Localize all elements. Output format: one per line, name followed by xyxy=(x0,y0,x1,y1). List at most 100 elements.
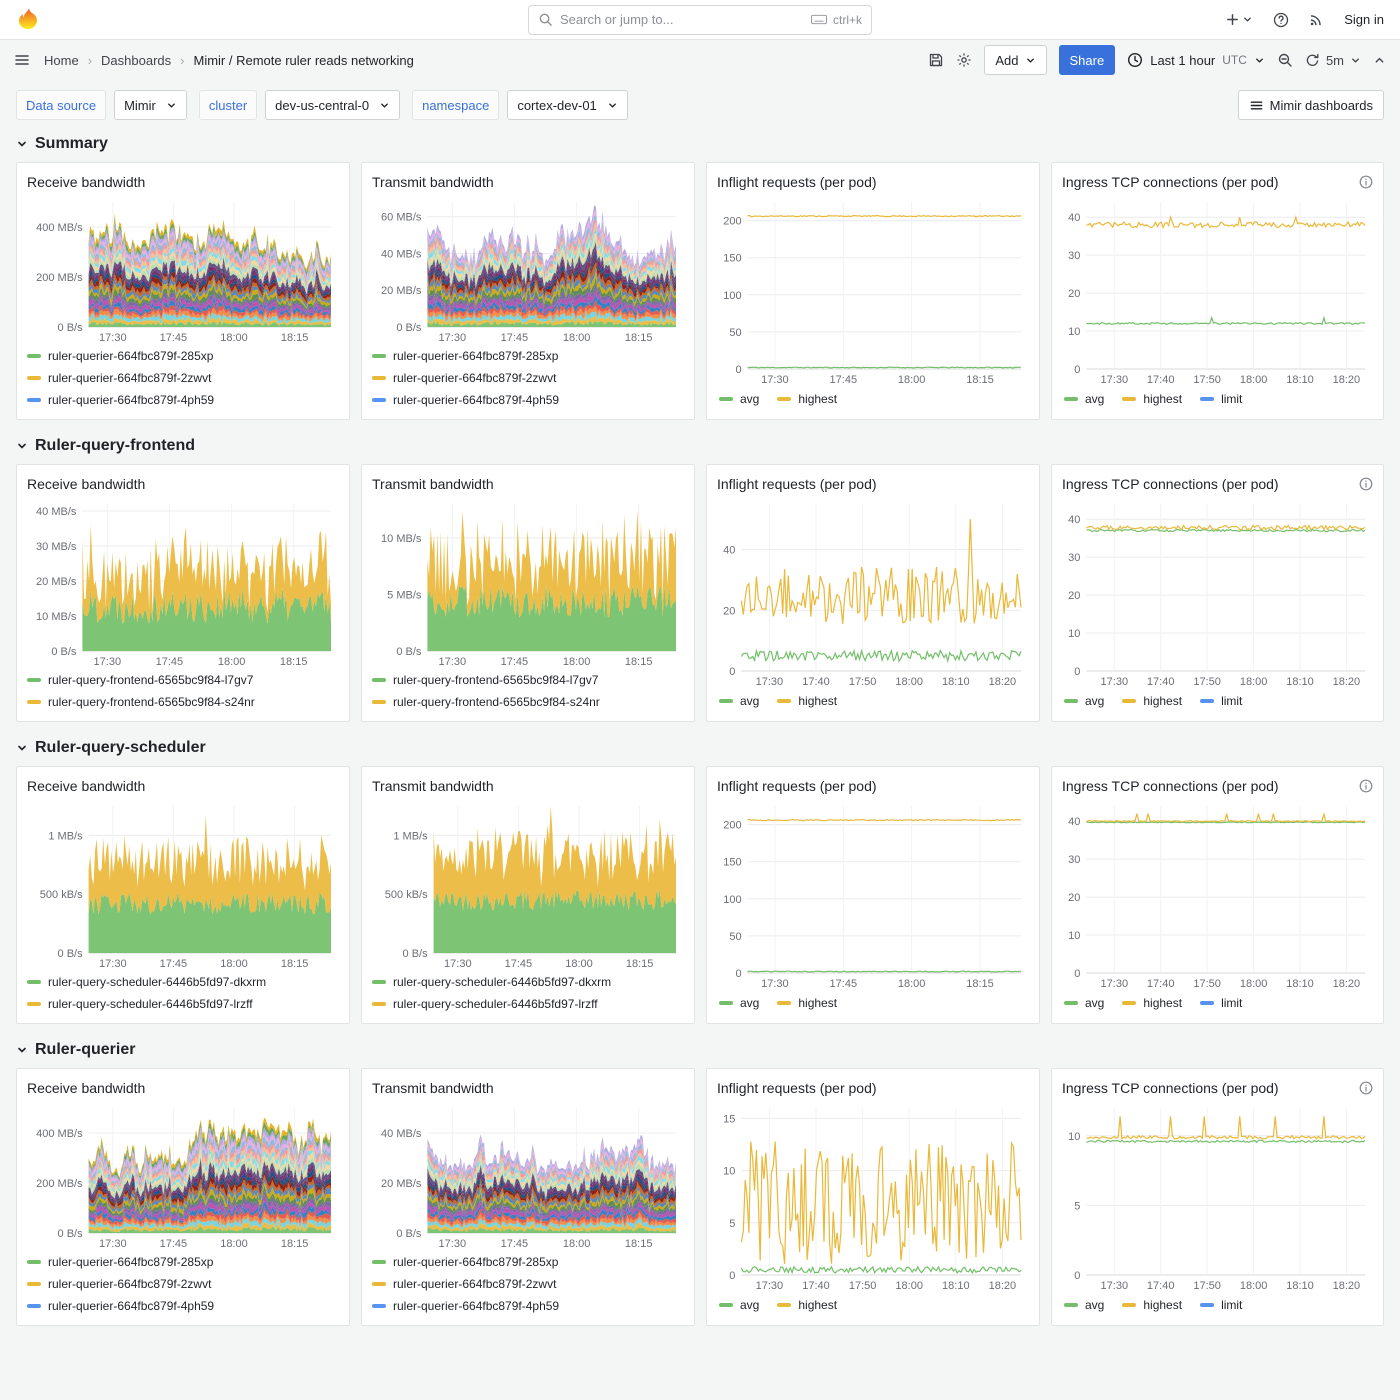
panel-title[interactable]: Receive bandwidth xyxy=(27,778,145,794)
legend-item[interactable]: avg xyxy=(719,992,759,1014)
breadcrumb-dashboards[interactable]: Dashboards xyxy=(101,53,171,68)
panel-title[interactable]: Transmit bandwidth xyxy=(372,778,494,794)
legend-item[interactable]: ruler-query-frontend-6565bc9f84-l7gv7 xyxy=(27,669,339,691)
chart-canvas[interactable]: 01020304017:3017:4017:5018:0018:1018:20 xyxy=(1062,798,1373,989)
panel-title[interactable]: Ingress TCP connections (per pod) xyxy=(1062,476,1279,492)
legend-item[interactable]: ruler-querier-664fbc879f-4ph59 xyxy=(27,1295,339,1317)
legend-item[interactable]: ruler-querier-664fbc879f-285xp xyxy=(27,1251,339,1273)
legend-item[interactable]: ruler-query-frontend-6565bc9f84-s24nr xyxy=(372,691,684,713)
dashboard-settings-button[interactable] xyxy=(956,52,972,68)
legend-item[interactable]: ruler-querier-664fbc879f-4ph59 xyxy=(372,1295,684,1317)
legend-item[interactable]: limit xyxy=(1200,690,1242,712)
panel-title[interactable]: Inflight requests (per pod) xyxy=(717,476,877,492)
chart-canvas[interactable]: 0 B/s10 MB/s20 MB/s30 MB/s40 MB/s17:3017… xyxy=(27,496,339,667)
legend-item[interactable]: highest xyxy=(1122,1294,1182,1316)
chart-canvas[interactable]: 051017:3017:4017:5018:0018:1018:20 xyxy=(1062,1100,1373,1291)
add-button[interactable]: Add xyxy=(984,45,1046,75)
section-header[interactable]: Ruler-query-frontend xyxy=(16,428,1384,464)
help-button[interactable] xyxy=(1273,12,1289,28)
panel-title[interactable]: Receive bandwidth xyxy=(27,174,145,190)
breadcrumb-home[interactable]: Home xyxy=(44,53,79,68)
legend-item[interactable]: avg xyxy=(719,690,759,712)
grafana-logo[interactable] xyxy=(16,7,42,33)
legend-item[interactable]: ruler-query-scheduler-6446b5fd97-dkxrm xyxy=(372,971,684,993)
panel-title[interactable]: Inflight requests (per pod) xyxy=(717,778,877,794)
chart-canvas[interactable]: 01020304017:3017:4017:5018:0018:1018:20 xyxy=(1062,496,1373,687)
menu-button[interactable] xyxy=(14,52,30,68)
info-icon[interactable] xyxy=(1359,477,1373,491)
legend-item[interactable]: ruler-querier-664fbc879f-4ph59 xyxy=(372,389,684,411)
legend-item[interactable]: limit xyxy=(1200,1294,1242,1316)
panel-title[interactable]: Transmit bandwidth xyxy=(372,1080,494,1096)
mimir-dashboards-button[interactable]: Mimir dashboards xyxy=(1238,90,1384,120)
chart-canvas[interactable]: 0 B/s5 MB/s10 MB/s17:3017:4518:0018:15 xyxy=(372,496,684,667)
chart-canvas[interactable]: 0 B/s200 MB/s400 MB/s17:3017:4518:0018:1… xyxy=(27,194,339,343)
legend-item[interactable]: ruler-query-scheduler-6446b5fd97-lrzff xyxy=(372,993,684,1015)
news-button[interactable] xyxy=(1309,12,1324,27)
chart-canvas[interactable]: 0 B/s500 kB/s1 MB/s17:3017:4518:0018:15 xyxy=(372,798,684,969)
new-button[interactable] xyxy=(1225,12,1253,27)
legend-item[interactable]: ruler-query-frontend-6565bc9f84-s24nr xyxy=(27,691,339,713)
chart-canvas[interactable]: 0 B/s500 kB/s1 MB/s17:3017:4518:0018:15 xyxy=(27,798,339,969)
legend-item[interactable]: highest xyxy=(1122,992,1182,1014)
legend-item[interactable]: highest xyxy=(1122,388,1182,410)
legend-item[interactable]: avg xyxy=(719,1294,759,1316)
legend-item[interactable]: highest xyxy=(777,1294,837,1316)
legend-item[interactable]: ruler-querier-664fbc879f-285xp xyxy=(27,345,339,367)
legend-item[interactable]: avg xyxy=(719,388,759,410)
time-range-picker[interactable]: Last 1 hour UTC xyxy=(1127,52,1265,68)
chart-canvas[interactable]: 05101517:3017:4017:5018:0018:1018:20 xyxy=(717,1100,1029,1291)
legend-item[interactable]: ruler-query-scheduler-6446b5fd97-lrzff xyxy=(27,993,339,1015)
panel-title[interactable]: Transmit bandwidth xyxy=(372,476,494,492)
panel-title[interactable]: Receive bandwidth xyxy=(27,476,145,492)
panel-title[interactable]: Inflight requests (per pod) xyxy=(717,1080,877,1096)
panel-title[interactable]: Inflight requests (per pod) xyxy=(717,174,877,190)
legend-item[interactable]: ruler-querier-664fbc879f-2zwvt xyxy=(27,367,339,389)
info-icon[interactable] xyxy=(1359,779,1373,793)
variable-namespace-select[interactable]: cortex-dev-01 xyxy=(507,90,627,120)
legend-item[interactable]: highest xyxy=(777,690,837,712)
legend-item[interactable]: avg xyxy=(1064,1294,1104,1316)
search-input[interactable]: Search or jump to... ctrl+k xyxy=(528,5,872,35)
panel-title[interactable]: Ingress TCP connections (per pod) xyxy=(1062,1080,1279,1096)
chart-canvas[interactable]: 01020304017:3017:4017:5018:0018:1018:20 xyxy=(1062,194,1373,385)
legend-item[interactable]: ruler-querier-664fbc879f-2zwvt xyxy=(372,367,684,389)
panel-title[interactable]: Ingress TCP connections (per pod) xyxy=(1062,778,1279,794)
chart-canvas[interactable]: 0 B/s20 MB/s40 MB/s17:3017:4518:0018:15 xyxy=(372,1100,684,1249)
zoom-out-button[interactable] xyxy=(1277,52,1293,68)
legend-item[interactable]: ruler-querier-664fbc879f-2zwvt xyxy=(372,1273,684,1295)
legend-item[interactable]: highest xyxy=(777,388,837,410)
section-header[interactable]: Summary xyxy=(16,126,1384,162)
legend-item[interactable]: ruler-querier-664fbc879f-2zwvt xyxy=(27,1273,339,1295)
kiosk-toggle-button[interactable] xyxy=(1373,54,1386,67)
legend-item[interactable]: highest xyxy=(777,992,837,1014)
panel-title[interactable]: Receive bandwidth xyxy=(27,1080,145,1096)
refresh-picker[interactable]: 5m xyxy=(1305,53,1361,68)
legend-item[interactable]: ruler-querier-664fbc879f-285xp xyxy=(372,345,684,367)
legend-item[interactable]: limit xyxy=(1200,388,1242,410)
legend-item[interactable]: avg xyxy=(1064,690,1104,712)
section-header[interactable]: Ruler-query-scheduler xyxy=(16,730,1384,766)
legend-item[interactable]: avg xyxy=(1064,388,1104,410)
variable-datasource-select[interactable]: Mimir xyxy=(114,90,187,120)
chart-canvas[interactable]: 0204017:3017:4017:5018:0018:1018:20 xyxy=(717,496,1029,687)
share-button[interactable]: Share xyxy=(1059,45,1116,75)
variable-cluster-select[interactable]: dev-us-central-0 xyxy=(265,90,400,120)
chart-canvas[interactable]: 05010015020017:3017:4518:0018:15 xyxy=(717,194,1029,385)
legend-item[interactable]: ruler-querier-664fbc879f-285xp xyxy=(372,1251,684,1273)
sign-in-link[interactable]: Sign in xyxy=(1344,12,1384,27)
chart-canvas[interactable]: 0 B/s20 MB/s40 MB/s60 MB/s17:3017:4518:0… xyxy=(372,194,684,343)
legend-item[interactable]: limit xyxy=(1200,992,1242,1014)
save-dashboard-button[interactable] xyxy=(928,52,944,68)
chart-canvas[interactable]: 05010015020017:3017:4518:0018:15 xyxy=(717,798,1029,989)
section-header[interactable]: Ruler-querier xyxy=(16,1032,1384,1068)
legend-item[interactable]: ruler-query-frontend-6565bc9f84-l7gv7 xyxy=(372,669,684,691)
chart-canvas[interactable]: 0 B/s200 MB/s400 MB/s17:3017:4518:0018:1… xyxy=(27,1100,339,1249)
legend-item[interactable]: ruler-query-scheduler-6446b5fd97-dkxrm xyxy=(27,971,339,993)
panel-title[interactable]: Ingress TCP connections (per pod) xyxy=(1062,174,1279,190)
info-icon[interactable] xyxy=(1359,175,1373,189)
legend-item[interactable]: avg xyxy=(1064,992,1104,1014)
legend-item[interactable]: ruler-querier-664fbc879f-4ph59 xyxy=(27,389,339,411)
info-icon[interactable] xyxy=(1359,1081,1373,1095)
legend-item[interactable]: highest xyxy=(1122,690,1182,712)
